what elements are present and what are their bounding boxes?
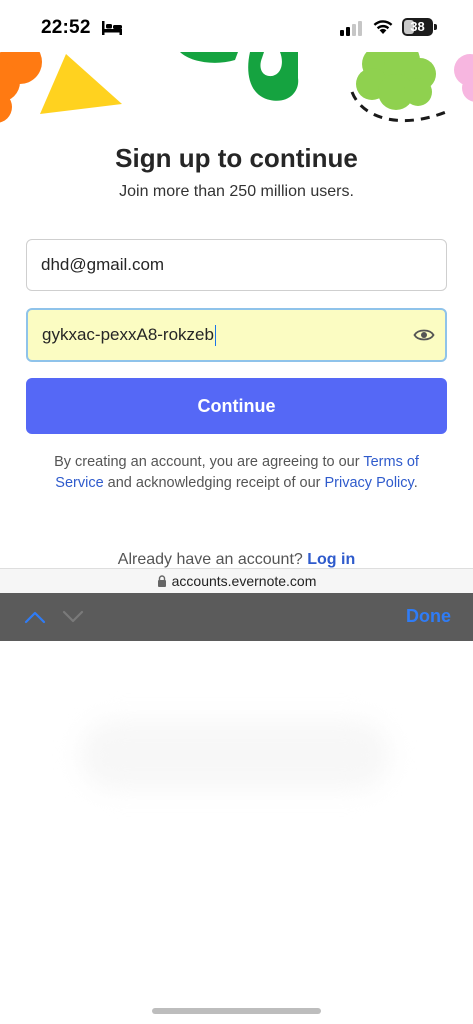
status-bar: 22:52 38 [0, 0, 473, 52]
keyboard-area [0, 641, 473, 1024]
url-text: accounts.evernote.com [171, 573, 317, 589]
home-indicator[interactable] [152, 1008, 321, 1014]
hero-illustration [0, 52, 473, 123]
done-button[interactable]: Done [406, 606, 451, 627]
privacy-policy-link[interactable]: Privacy Policy [325, 475, 414, 491]
text-cursor [214, 324, 217, 346]
password-value: gykxac-pexxA8-rokzeb [42, 325, 214, 344]
chevron-up-icon[interactable] [24, 610, 46, 624]
legal-suffix: . [413, 475, 418, 491]
green-swirl-shape [180, 52, 299, 101]
chevron-down-icon[interactable] [62, 610, 84, 624]
email-value: dhd@gmail.com [41, 255, 165, 274]
eye-icon[interactable] [413, 326, 435, 344]
page-title: Sign up to continue [115, 143, 358, 173]
bed-icon [102, 21, 122, 35]
pink-blob-shape [454, 54, 473, 102]
legal-middle: and acknowledging receipt of our [107, 475, 321, 491]
yellow-triangle-shape [40, 54, 122, 114]
green-cloud-shape [356, 52, 436, 110]
log-in-link[interactable]: Log in [307, 551, 355, 568]
password-field[interactable]: gykxac-pexxA8-rokzeb [26, 308, 447, 362]
login-prompt: Already have an account? Log in [0, 551, 473, 568]
cellular-signal-icon [340, 21, 362, 36]
status-time: 22:52 [41, 17, 91, 38]
continue-button[interactable]: Continue [26, 378, 447, 434]
email-field[interactable]: dhd@gmail.com [26, 239, 447, 291]
battery-percentage: 38 [410, 19, 425, 34]
wifi-icon [373, 20, 393, 34]
legal-notice: By creating an account, you are agreeing… [30, 452, 443, 494]
legal-prefix: By creating an account, you are agreeing… [54, 454, 360, 470]
lock-icon [157, 575, 166, 587]
orange-flower-shape [0, 52, 42, 123]
login-prompt-text: Already have an account? [117, 551, 303, 568]
blurred-overlay [80, 720, 390, 790]
battery-icon: 38 [402, 18, 438, 36]
url-bar[interactable]: accounts.evernote.com [0, 568, 473, 593]
page-subtitle: Join more than 250 million users. [119, 183, 354, 200]
